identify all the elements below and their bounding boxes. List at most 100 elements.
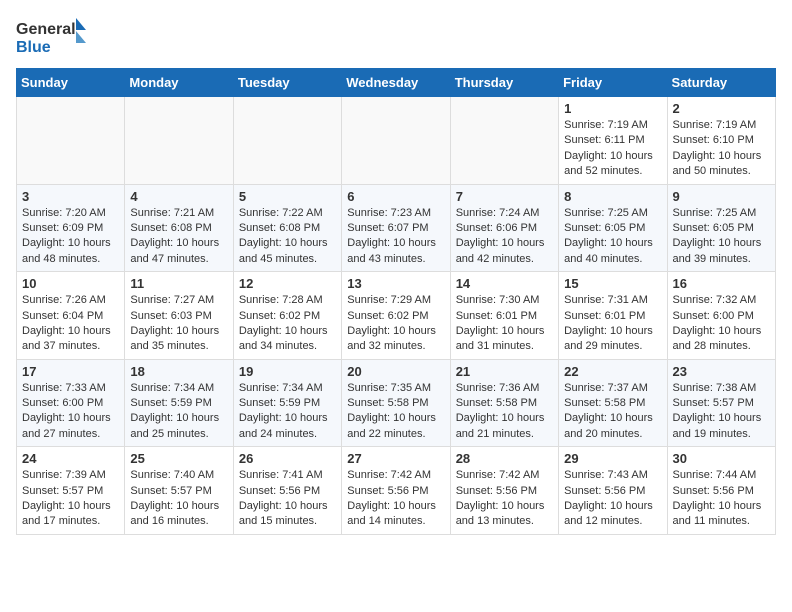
day-number: 2 (673, 101, 770, 116)
day-number: 25 (130, 451, 227, 466)
weekday-header: Wednesday (342, 69, 450, 97)
cell-info: Sunrise: 7:42 AM Sunset: 5:56 PM Dayligh… (456, 468, 553, 530)
day-number: 14 (456, 276, 553, 291)
day-number: 27 (347, 451, 444, 466)
calendar-cell: 4Sunrise: 7:21 AM Sunset: 6:08 PM Daylig… (125, 184, 233, 272)
cell-info: Sunrise: 7:38 AM Sunset: 5:57 PM Dayligh… (673, 381, 770, 443)
cell-info: Sunrise: 7:41 AM Sunset: 5:56 PM Dayligh… (239, 468, 336, 530)
calendar-cell: 16 Sunrise: 7:32 AM Sunset: 6:00 PM Dayli… (667, 272, 775, 360)
calendar-cell: 10 Sunrise: 7:26 AM Sunset: 6:04 PM Dayli… (17, 272, 125, 360)
calendar-cell: 30 Sunrise: 7:44 AM Sunset: 5:56 PM Dayli… (667, 447, 775, 535)
cell-info: Sunrise: 7:35 AM Sunset: 5:58 PM Dayligh… (347, 381, 444, 443)
day-number: 5 (239, 189, 336, 204)
calendar-cell: 6 Sunrise: 7:23 AM Sunset: 6:07 PM Daylig… (342, 184, 450, 272)
calendar-week-row: 24 Sunrise: 7:39 AM Sunset: 5:57 PM Dayli… (17, 447, 776, 535)
page-header: GeneralBlue (16, 16, 776, 56)
cell-info: Sunrise: 7:25 AM Sunset: 6:05 PM Dayligh… (564, 206, 661, 268)
calendar-cell: 8 Sunrise: 7:25 AM Sunset: 6:05 PM Daylig… (559, 184, 667, 272)
cell-info: Sunrise: 7:44 AM Sunset: 5:56 PM Dayligh… (673, 468, 770, 530)
calendar-cell: 3Sunrise: 7:20 AM Sunset: 6:09 PM Daylig… (17, 184, 125, 272)
day-number: 17 (22, 364, 119, 379)
calendar-cell: 18 Sunrise: 7:34 AM Sunset: 5:59 PM Dayli… (125, 359, 233, 447)
cell-info: Sunrise: 7:27 AM Sunset: 6:03 PM Dayligh… (130, 293, 227, 355)
day-number: 24 (22, 451, 119, 466)
calendar-cell (17, 97, 125, 185)
cell-info: Sunrise: 7:43 AM Sunset: 5:56 PM Dayligh… (564, 468, 661, 530)
cell-info: Sunrise: 7:33 AM Sunset: 6:00 PM Dayligh… (22, 381, 119, 443)
day-number: 28 (456, 451, 553, 466)
day-number: 18 (130, 364, 227, 379)
day-number: 8 (564, 189, 661, 204)
calendar-cell: 26 Sunrise: 7:41 AM Sunset: 5:56 PM Dayli… (233, 447, 341, 535)
calendar-cell: 9 Sunrise: 7:25 AM Sunset: 6:05 PM Daylig… (667, 184, 775, 272)
day-number: 21 (456, 364, 553, 379)
day-number: 11 (130, 276, 227, 291)
cell-info: Sunrise: 7:39 AM Sunset: 5:57 PM Dayligh… (22, 468, 119, 530)
weekday-header: Tuesday (233, 69, 341, 97)
svg-text:Blue: Blue (16, 39, 51, 56)
cell-info: Sunrise: 7:31 AM Sunset: 6:01 PM Dayligh… (564, 293, 661, 355)
day-number: 29 (564, 451, 661, 466)
calendar-cell: 25 Sunrise: 7:40 AM Sunset: 5:57 PM Dayli… (125, 447, 233, 535)
day-number: 7 (456, 189, 553, 204)
calendar-cell (450, 97, 558, 185)
calendar-cell: 1Sunrise: 7:19 AM Sunset: 6:11 PM Daylig… (559, 97, 667, 185)
day-number: 6 (347, 189, 444, 204)
day-number: 9 (673, 189, 770, 204)
calendar-cell (125, 97, 233, 185)
cell-info: Sunrise: 7:30 AM Sunset: 6:01 PM Dayligh… (456, 293, 553, 355)
cell-info: Sunrise: 7:22 AM Sunset: 6:08 PM Dayligh… (239, 206, 336, 268)
calendar-cell: 19 Sunrise: 7:34 AM Sunset: 5:59 PM Dayli… (233, 359, 341, 447)
day-number: 26 (239, 451, 336, 466)
calendar-week-row: 10 Sunrise: 7:26 AM Sunset: 6:04 PM Dayli… (17, 272, 776, 360)
calendar-cell: 20 Sunrise: 7:35 AM Sunset: 5:58 PM Dayli… (342, 359, 450, 447)
day-number: 10 (22, 276, 119, 291)
logo: GeneralBlue (16, 16, 86, 56)
cell-info: Sunrise: 7:42 AM Sunset: 5:56 PM Dayligh… (347, 468, 444, 530)
calendar-cell: 28 Sunrise: 7:42 AM Sunset: 5:56 PM Dayli… (450, 447, 558, 535)
day-number: 23 (673, 364, 770, 379)
calendar-cell: 27 Sunrise: 7:42 AM Sunset: 5:56 PM Dayli… (342, 447, 450, 535)
calendar-table: SundayMondayTuesdayWednesdayThursdayFrid… (16, 68, 776, 535)
weekday-header: Friday (559, 69, 667, 97)
calendar-cell: 12Sunrise: 7:28 AM Sunset: 6:02 PM Dayli… (233, 272, 341, 360)
weekday-header: Thursday (450, 69, 558, 97)
cell-info: Sunrise: 7:29 AM Sunset: 6:02 PM Dayligh… (347, 293, 444, 355)
cell-info: Sunrise: 7:25 AM Sunset: 6:05 PM Dayligh… (673, 206, 770, 268)
cell-info: Sunrise: 7:20 AM Sunset: 6:09 PM Dayligh… (22, 206, 119, 268)
cell-info: Sunrise: 7:34 AM Sunset: 5:59 PM Dayligh… (239, 381, 336, 443)
calendar-cell: 17 Sunrise: 7:33 AM Sunset: 6:00 PM Dayli… (17, 359, 125, 447)
calendar-cell: 2 Sunrise: 7:19 AM Sunset: 6:10 PM Daylig… (667, 97, 775, 185)
day-number: 13 (347, 276, 444, 291)
day-number: 20 (347, 364, 444, 379)
svg-text:General: General (16, 21, 76, 38)
day-number: 16 (673, 276, 770, 291)
cell-info: Sunrise: 7:28 AM Sunset: 6:02 PM Dayligh… (239, 293, 336, 355)
day-number: 15 (564, 276, 661, 291)
cell-info: Sunrise: 7:23 AM Sunset: 6:07 PM Dayligh… (347, 206, 444, 268)
calendar-cell (233, 97, 341, 185)
cell-info: Sunrise: 7:34 AM Sunset: 5:59 PM Dayligh… (130, 381, 227, 443)
calendar-cell: 13 Sunrise: 7:29 AM Sunset: 6:02 PM Dayli… (342, 272, 450, 360)
cell-info: Sunrise: 7:19 AM Sunset: 6:11 PM Dayligh… (564, 118, 661, 180)
logo-svg: GeneralBlue (16, 16, 86, 56)
weekday-header: Sunday (17, 69, 125, 97)
calendar-week-row: 1Sunrise: 7:19 AM Sunset: 6:11 PM Daylig… (17, 97, 776, 185)
calendar-cell: 14 Sunrise: 7:30 AM Sunset: 6:01 PM Dayli… (450, 272, 558, 360)
calendar-cell: 21 Sunrise: 7:36 AM Sunset: 5:58 PM Dayli… (450, 359, 558, 447)
weekday-header: Saturday (667, 69, 775, 97)
cell-info: Sunrise: 7:40 AM Sunset: 5:57 PM Dayligh… (130, 468, 227, 530)
day-number: 4 (130, 189, 227, 204)
calendar-cell: 5 Sunrise: 7:22 AM Sunset: 6:08 PM Daylig… (233, 184, 341, 272)
day-number: 19 (239, 364, 336, 379)
calendar-header-row: SundayMondayTuesdayWednesdayThursdayFrid… (17, 69, 776, 97)
day-number: 30 (673, 451, 770, 466)
cell-info: Sunrise: 7:32 AM Sunset: 6:00 PM Dayligh… (673, 293, 770, 355)
cell-info: Sunrise: 7:26 AM Sunset: 6:04 PM Dayligh… (22, 293, 119, 355)
cell-info: Sunrise: 7:36 AM Sunset: 5:58 PM Dayligh… (456, 381, 553, 443)
calendar-cell: 22Sunrise: 7:37 AM Sunset: 5:58 PM Dayli… (559, 359, 667, 447)
calendar-week-row: 3Sunrise: 7:20 AM Sunset: 6:09 PM Daylig… (17, 184, 776, 272)
cell-info: Sunrise: 7:19 AM Sunset: 6:10 PM Dayligh… (673, 118, 770, 180)
calendar-cell: 7 Sunrise: 7:24 AM Sunset: 6:06 PM Daylig… (450, 184, 558, 272)
cell-info: Sunrise: 7:24 AM Sunset: 6:06 PM Dayligh… (456, 206, 553, 268)
